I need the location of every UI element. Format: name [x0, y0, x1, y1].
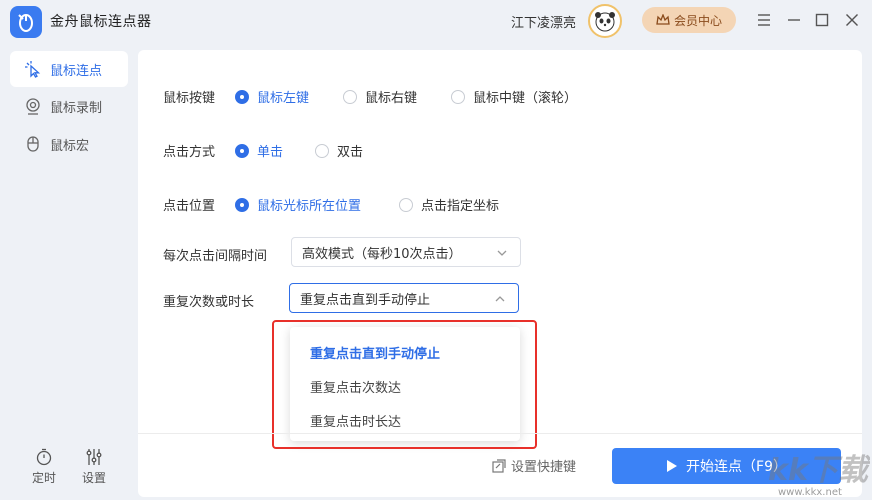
- radio-single-click[interactable]: 单击: [235, 141, 283, 160]
- radio-dot: [235, 197, 249, 212]
- click-type-label: 点击方式: [163, 145, 216, 160]
- interval-value: 高效模式（每秒10次点击）: [302, 246, 462, 262]
- mouse-icon: [27, 136, 39, 152]
- app-logo-icon: [10, 6, 42, 38]
- settings-label: 设置: [81, 471, 106, 485]
- settings-button[interactable]: 设置: [74, 448, 114, 488]
- radio-label: 点击指定坐标: [421, 199, 500, 214]
- sidebar-item-label: 鼠标连点: [50, 63, 103, 79]
- radio-right-button[interactable]: 鼠标右键: [343, 87, 417, 106]
- click-position-label: 点击位置: [163, 199, 216, 214]
- sidebar-item-label: 鼠标宏: [50, 138, 90, 154]
- repeat-label: 重复次数或时长: [163, 295, 255, 310]
- maximize-button[interactable]: [813, 11, 831, 29]
- hamburger-icon: [758, 14, 770, 26]
- cursor-click-icon: [25, 61, 41, 78]
- record-icon: [26, 98, 40, 115]
- menu-button[interactable]: [755, 11, 773, 29]
- sliders-icon: [86, 449, 102, 465]
- sidebar-item-record[interactable]: 鼠标录制: [10, 88, 128, 124]
- interval-label: 每次点击间隔时间: [163, 249, 268, 264]
- radio-middle-button[interactable]: 鼠标中键（滚轮）: [451, 87, 577, 106]
- radio-label: 双击: [337, 145, 364, 160]
- radio-label: 鼠标右键: [365, 91, 418, 106]
- shortcut-icon: [492, 458, 506, 473]
- mouse-button-label: 鼠标按键: [163, 91, 216, 106]
- maximize-icon: [815, 13, 829, 27]
- radio-dot: [451, 89, 465, 104]
- set-shortcut-button[interactable]: 设置快捷键: [492, 456, 576, 475]
- repeat-value: 重复点击直到手动停止: [300, 292, 431, 308]
- radio-dot: [235, 89, 249, 104]
- vip-center-label: 会员中心: [673, 13, 722, 28]
- close-icon: [846, 14, 858, 26]
- panda-avatar-icon: [595, 12, 615, 32]
- radio-label: 单击: [257, 145, 284, 160]
- radio-left-button[interactable]: 鼠标左键: [235, 87, 309, 106]
- sidebar-item-label: 鼠标录制: [50, 100, 103, 116]
- radio-dot: [343, 89, 357, 104]
- sidebar-item-macro[interactable]: 鼠标宏: [10, 126, 128, 162]
- radio-dot: [315, 143, 329, 158]
- repeat-select[interactable]: 重复点击直到手动停止: [289, 283, 519, 313]
- crown-icon: [656, 14, 670, 25]
- footer-divider: [138, 433, 862, 434]
- timer-button[interactable]: 定时: [24, 448, 64, 488]
- radio-dot: [399, 197, 413, 212]
- user-avatar[interactable]: [588, 4, 622, 38]
- minimize-icon: [788, 19, 800, 21]
- chevron-up-icon: [495, 296, 505, 302]
- radio-label: 鼠标左键: [257, 91, 310, 106]
- kkx-watermark-logo: kk下载 www.kkx.net: [768, 453, 870, 498]
- radio-double-click[interactable]: 双击: [315, 141, 363, 160]
- title-bar: 金舟鼠标连点器 江下凌漂亮 会员中心: [0, 0, 872, 42]
- radio-cursor-position[interactable]: 鼠标光标所在位置: [235, 195, 361, 214]
- annotation-highlight-box: [272, 320, 537, 449]
- watermark-brand: kk下载: [768, 453, 870, 488]
- app-title: 金舟鼠标连点器: [50, 14, 152, 30]
- sidebar-item-auto-click[interactable]: 鼠标连点: [10, 51, 128, 87]
- interval-select[interactable]: 高效模式（每秒10次点击）: [291, 237, 521, 267]
- radio-fixed-coordinate[interactable]: 点击指定坐标: [399, 195, 499, 214]
- set-shortcut-label: 设置快捷键: [511, 460, 577, 475]
- vip-center-button[interactable]: 会员中心: [642, 7, 736, 33]
- radio-label: 鼠标中键（滚轮）: [473, 91, 578, 106]
- play-icon: [667, 460, 678, 472]
- radio-dot: [235, 143, 249, 158]
- timer-icon: [36, 448, 52, 466]
- username[interactable]: 江下凌漂亮: [511, 12, 576, 31]
- watermark-site: www.kkx.net: [778, 487, 842, 498]
- timer-label: 定时: [31, 471, 56, 485]
- close-button[interactable]: [843, 11, 861, 29]
- chevron-down-icon: [497, 250, 507, 256]
- minimize-button[interactable]: [785, 11, 803, 29]
- radio-label: 鼠标光标所在位置: [257, 199, 362, 214]
